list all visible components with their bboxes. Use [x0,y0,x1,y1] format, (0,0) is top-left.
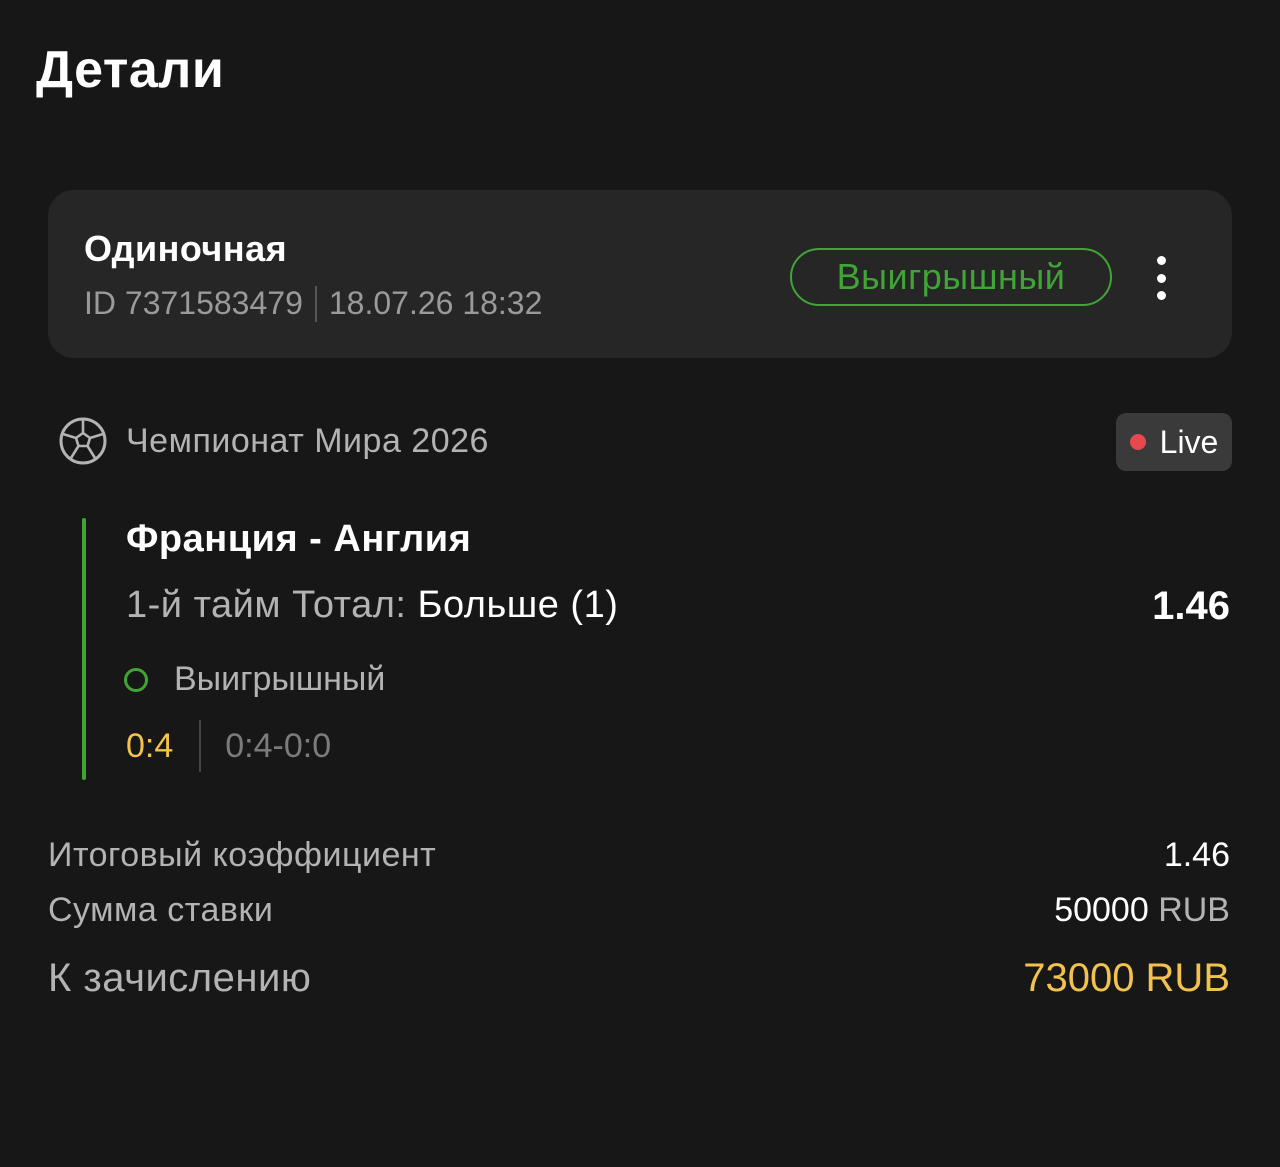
bet-meta: ID 7371583479 18.07.26 18:32 [84,285,542,322]
event-status-label: Выигрышный [174,660,386,698]
tournament-row: Чемпионат Мира 2026 [58,416,489,466]
score-detail: 0:4-0:0 [225,726,332,765]
bet-status-badge: Выигрышный [790,248,1112,306]
status-circle-icon [124,667,148,692]
market-row: 1-й тайм Тотал: Больше (1) [126,584,618,627]
total-odds-label: Итоговый коэффициент [48,836,437,874]
stake-label: Сумма ставки [48,891,274,929]
bet-type: Одиночная [84,228,288,269]
event-odds: 1.46 [1152,584,1230,628]
event-status: Выигрышный [124,660,385,699]
page-title: Детали [36,41,225,99]
event-status-line [82,518,86,780]
stake-amount: 50000 [1054,891,1149,929]
more-vertical-icon-dot [1156,291,1166,300]
more-options-button[interactable] [1142,256,1180,300]
match-name: Франция - Англия [126,518,472,560]
more-vertical-icon [1156,256,1166,265]
payout-value: 73000 RUB [1023,956,1230,1000]
live-dot-icon [1129,434,1146,450]
market-outcome: Больше (1) [417,584,619,626]
soccer-ball-icon [59,417,107,465]
total-odds-value: 1.46 [1163,836,1230,874]
score-row: 0:4 0:4-0:0 [126,718,331,774]
score-divider [199,720,202,772]
score: 0:4 [126,726,174,765]
payout-label: К зачислению [48,956,312,1000]
bet-card: Одиночная ID 7371583479 18.07.26 18:32 В… [48,190,1232,358]
live-label: Live [1159,423,1219,460]
live-badge: Live [1116,413,1232,471]
stake-currency: RUB [1158,891,1230,929]
bet-datetime: 18.07.26 18:32 [328,285,543,321]
meta-divider [314,285,317,322]
stake-value: 50000 RUB [1054,891,1230,930]
more-vertical-icon-dot [1156,273,1166,283]
market-name: 1-й тайм Тотал: [126,584,407,626]
tournament-name: Чемпионат Мира 2026 [126,421,489,460]
bet-id: ID 7371583479 [84,285,303,321]
